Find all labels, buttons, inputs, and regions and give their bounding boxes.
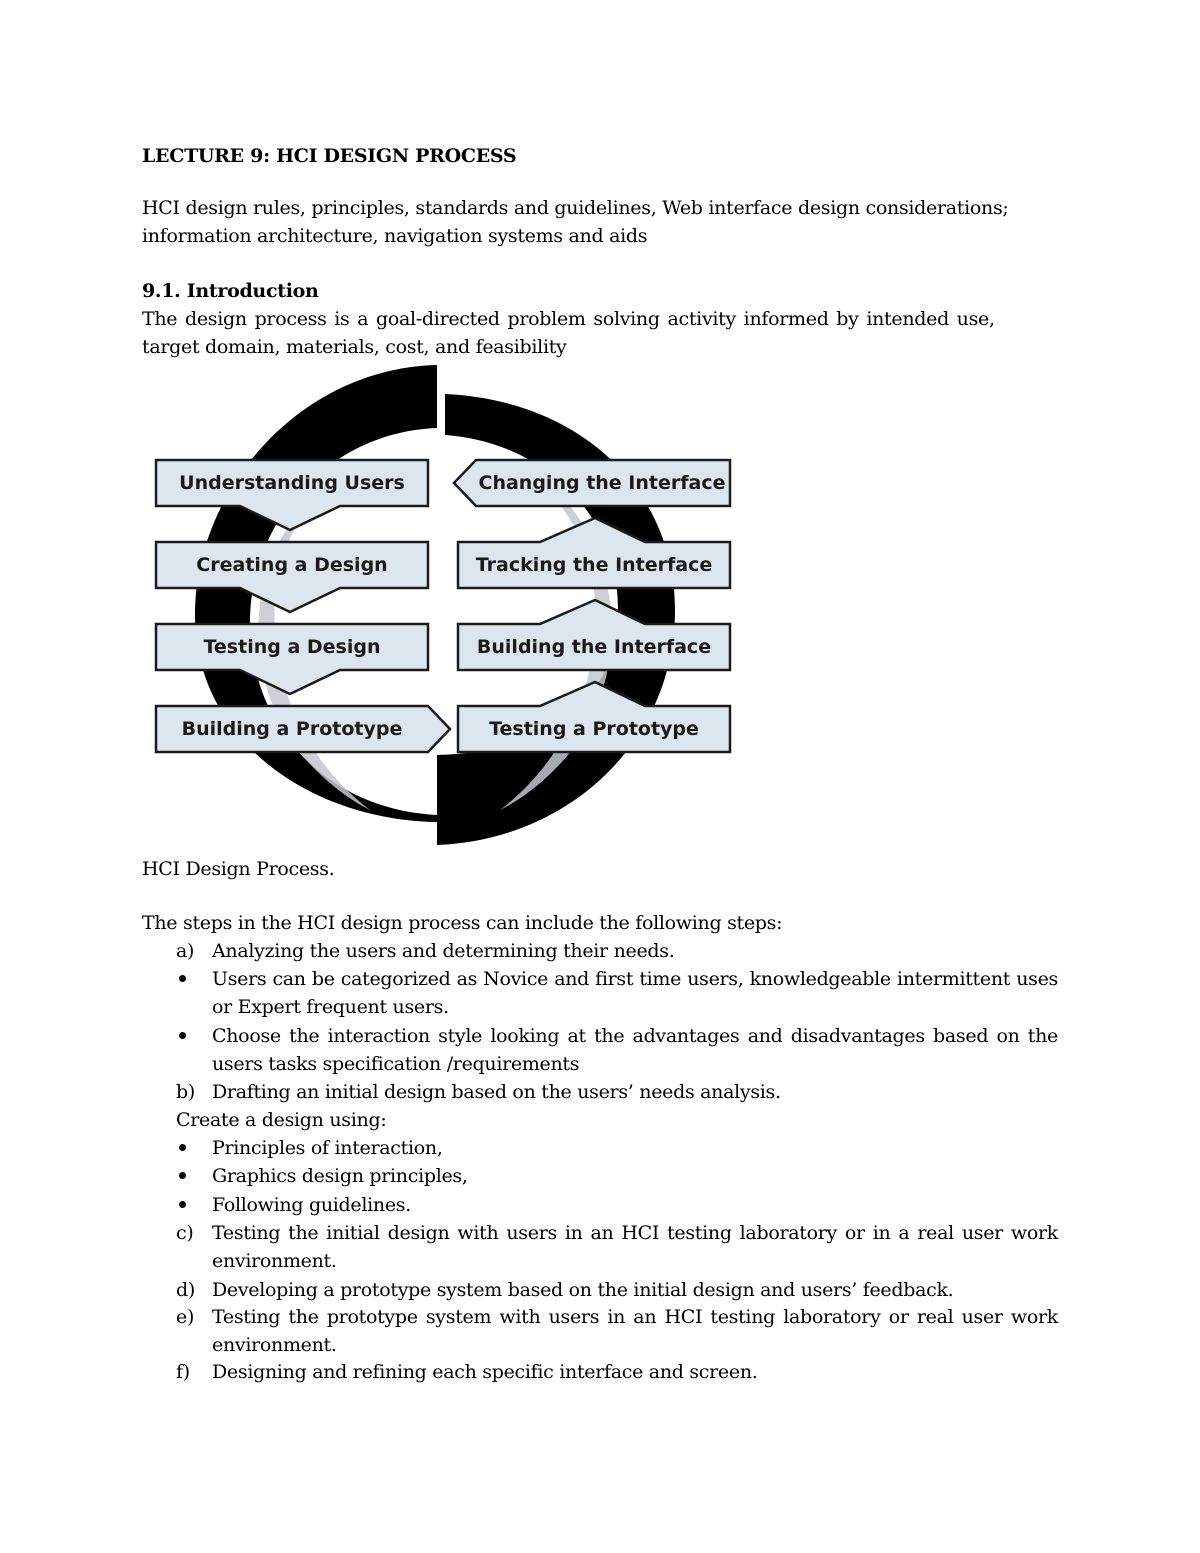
list-item: a) Analyzing the users and determining th… bbox=[176, 937, 1058, 965]
bullet-dot bbox=[179, 1032, 186, 1039]
right-step-box-4 bbox=[456, 680, 732, 754]
left-step-box-1 bbox=[154, 458, 430, 532]
subtitle-line-2: information architecture, navigation sys… bbox=[142, 225, 648, 247]
list-item-text: Drafting an initial design based on the … bbox=[212, 1081, 781, 1103]
bullet-dot bbox=[179, 1144, 186, 1151]
figure-caption: HCI Design Process. bbox=[142, 858, 335, 880]
bullet-icon bbox=[176, 1134, 210, 1162]
left-step-label-3: Testing a Design bbox=[203, 636, 380, 658]
list-marker: f) bbox=[176, 1361, 190, 1383]
left-step-box-3 bbox=[154, 622, 430, 696]
list-item-text: Users can be categorized as Novice and f… bbox=[212, 968, 1058, 1018]
list-item-text: Analyzing the users and determining thei… bbox=[212, 940, 675, 962]
list-item: Principles of interaction, bbox=[176, 1134, 1058, 1162]
bullet-dot bbox=[179, 1201, 186, 1208]
hci-design-process-diagram: Understanding Users Creating a Design Test… bbox=[154, 365, 732, 845]
left-step-label-1: Understanding Users bbox=[179, 472, 405, 494]
list-marker: e) bbox=[176, 1306, 195, 1328]
list-item: Users can be categorized as Novice and f… bbox=[176, 965, 1058, 1021]
bullet-icon bbox=[176, 1162, 210, 1190]
intro-line-1: The design process is a goal-directed pr… bbox=[142, 308, 995, 330]
list-item: f) Designing and refining each specific i… bbox=[176, 1358, 1058, 1386]
list-marker: d) bbox=[176, 1279, 195, 1301]
intro-line-2: target domain, materials, cost, and feas… bbox=[142, 336, 567, 358]
page-title: LECTURE 9: HCI DESIGN PROCESS bbox=[142, 145, 517, 167]
list-marker: a) bbox=[176, 940, 195, 962]
steps-intro: The steps in the HCI design process can … bbox=[142, 912, 783, 934]
list-item: e) Testing the prototype system with user… bbox=[176, 1303, 1058, 1359]
list-marker: b) bbox=[176, 1081, 195, 1103]
bullet-icon bbox=[176, 1191, 210, 1219]
right-step-label-4: Testing a Prototype bbox=[489, 718, 699, 740]
list-item: Following guidelines. bbox=[176, 1191, 1058, 1219]
right-step-box-3 bbox=[456, 598, 732, 672]
list-subheading: Create a design using: bbox=[176, 1106, 1058, 1134]
list-marker: c) bbox=[176, 1222, 194, 1244]
list-item-text: Choose the interaction style looking at … bbox=[212, 1025, 1058, 1075]
list-item-text: Testing the initial design with users in… bbox=[212, 1222, 1058, 1272]
right-step-label-2: Tracking the Interface bbox=[476, 554, 713, 576]
section-heading: 9.1. Introduction bbox=[142, 280, 319, 302]
document-page: LECTURE 9: HCI DESIGN PROCESS HCI design… bbox=[0, 0, 1200, 1553]
list-item: Graphics design principles, bbox=[176, 1162, 1058, 1190]
list-item-text: Developing a prototype system based on t… bbox=[212, 1279, 954, 1301]
right-step-label-3: Building the Interface bbox=[477, 636, 711, 658]
list-item-text: Testing the prototype system with users … bbox=[212, 1306, 1058, 1356]
right-step-label-1: Changing the Interface bbox=[479, 472, 726, 494]
right-step-box-2 bbox=[456, 516, 732, 590]
left-step-label-4: Building a Prototype bbox=[182, 718, 403, 740]
list-item-text: Following guidelines. bbox=[212, 1194, 411, 1216]
bullet-icon bbox=[176, 1022, 210, 1050]
list-item-text: Create a design using: bbox=[176, 1109, 387, 1131]
bullet-dot bbox=[179, 1172, 186, 1179]
list-item-text: Principles of interaction, bbox=[212, 1137, 443, 1159]
list-item: Choose the interaction style looking at … bbox=[176, 1022, 1058, 1078]
left-step-label-2: Creating a Design bbox=[196, 554, 387, 576]
list-item: b) Drafting an initial design based on th… bbox=[176, 1078, 1058, 1106]
bullet-icon bbox=[176, 965, 210, 993]
list-item-text: Graphics design principles, bbox=[212, 1165, 468, 1187]
list-item-text: Designing and refining each specific int… bbox=[212, 1361, 758, 1383]
bullet-dot bbox=[179, 975, 186, 982]
list-item: d) Developing a prototype system based on… bbox=[176, 1276, 1058, 1304]
list-item: c) Testing the initial design with users … bbox=[176, 1219, 1058, 1275]
subtitle-line-1: HCI design rules, principles, standards … bbox=[142, 197, 1009, 219]
